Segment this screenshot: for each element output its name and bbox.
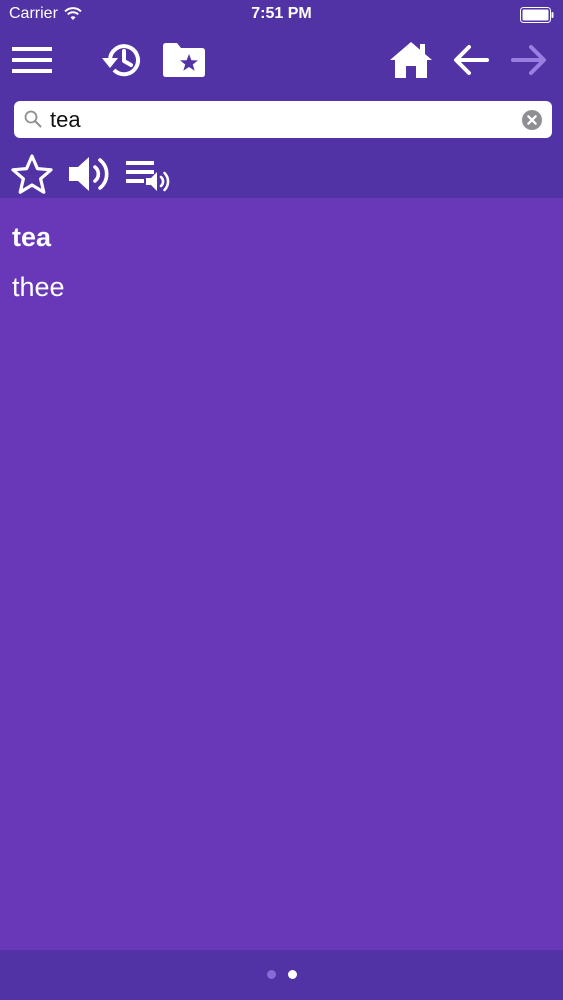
toolbar xyxy=(0,34,563,86)
history-button[interactable] xyxy=(98,34,146,86)
page-indicator-bar xyxy=(0,950,563,1000)
entry-content: tea thee xyxy=(0,198,563,950)
forward-arrow-icon xyxy=(511,45,546,75)
status-bar: Carrier 7:51 PM xyxy=(0,0,563,30)
back-button[interactable] xyxy=(448,34,494,86)
favorites-folder-icon xyxy=(163,43,205,77)
playlist-audio-button[interactable] xyxy=(122,150,172,198)
forward-button[interactable] xyxy=(506,34,552,86)
search-input[interactable] xyxy=(50,103,520,136)
home-button[interactable] xyxy=(386,34,436,86)
pronounce-button[interactable] xyxy=(64,150,114,198)
favorite-button[interactable] xyxy=(8,150,56,198)
entry-actions xyxy=(0,150,563,198)
page-dot[interactable] xyxy=(267,970,276,979)
history-icon xyxy=(102,44,140,77)
menu-button[interactable] xyxy=(8,34,56,86)
search-icon xyxy=(24,110,42,128)
search-bar xyxy=(14,101,552,138)
home-icon xyxy=(390,42,432,78)
playlist-audio-icon xyxy=(126,161,170,192)
status-time: 7:51 PM xyxy=(251,5,312,22)
entry-headword: tea xyxy=(12,222,52,252)
back-arrow-icon xyxy=(454,45,489,75)
menu-icon xyxy=(12,47,52,73)
favorites-folder-button[interactable] xyxy=(160,34,208,86)
entry-translation: thee xyxy=(12,272,65,302)
star-icon xyxy=(11,154,53,194)
page-dot-active[interactable] xyxy=(288,970,297,979)
speaker-icon xyxy=(69,157,109,191)
clear-search-icon[interactable] xyxy=(522,110,542,130)
battery-icon xyxy=(520,7,554,23)
